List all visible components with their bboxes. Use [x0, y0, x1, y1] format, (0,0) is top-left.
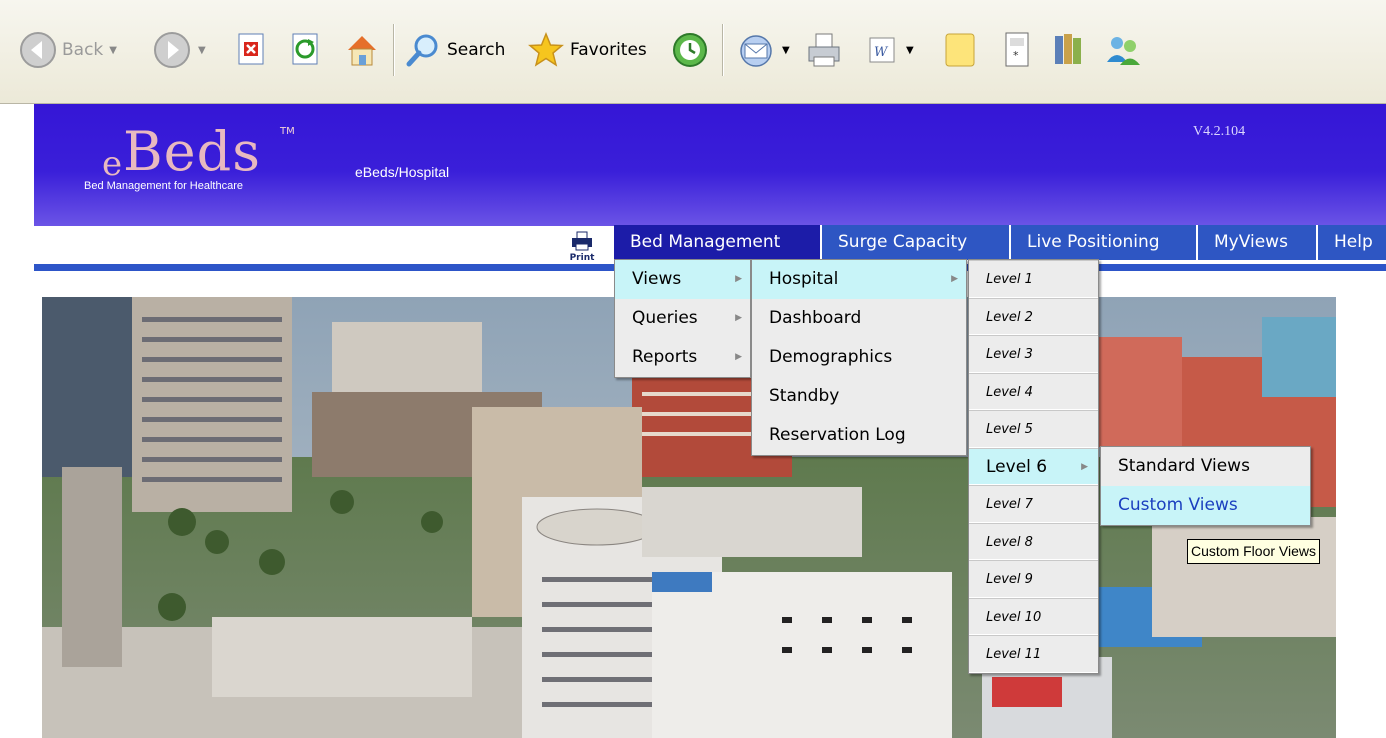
- breadcrumb: eBeds/Hospital: [355, 164, 450, 180]
- tab-help[interactable]: Help: [1316, 225, 1386, 260]
- submenu-arrow-icon: ▶: [951, 274, 958, 284]
- menu-item-level-1[interactable]: Level 1: [969, 260, 1098, 298]
- submenu-arrow-icon: ▶: [735, 352, 742, 362]
- search-icon: [406, 34, 438, 67]
- edit-dropdown-icon[interactable]: ▼: [906, 45, 914, 56]
- refresh-icon: [292, 33, 318, 65]
- calculator-icon: *: [1005, 32, 1029, 67]
- favorites-star-icon: [528, 32, 564, 67]
- submenu-arrow-icon: ▶: [1081, 461, 1088, 472]
- print-page-button[interactable]: Print: [562, 231, 602, 265]
- toolbar-separator: [393, 24, 395, 76]
- print-toolbar-button[interactable]: [804, 22, 844, 78]
- menu-item-reports[interactable]: Reports ▶: [615, 338, 750, 377]
- forward-dropdown-icon[interactable]: ▼: [198, 45, 206, 56]
- menu-item-level-5[interactable]: Level 5: [969, 410, 1098, 448]
- menu-item-reservation-log[interactable]: Reservation Log: [752, 416, 966, 455]
- research-button[interactable]: [1051, 22, 1087, 78]
- menu-item-standby[interactable]: Standby: [752, 377, 966, 416]
- favorites-button[interactable]: Favorites: [526, 22, 647, 78]
- mail-icon: [740, 35, 772, 67]
- calculator-button[interactable]: *: [1001, 22, 1033, 78]
- back-dropdown-icon[interactable]: ▼: [109, 45, 117, 56]
- edit-word-icon: W: [869, 37, 895, 63]
- version-label: V4.2.104: [1193, 124, 1246, 139]
- menu-item-level-4[interactable]: Level 4: [969, 372, 1098, 410]
- logo-tagline: Bed Management for Healthcare: [84, 180, 243, 192]
- logo-beds: Beds: [123, 120, 261, 183]
- tooltip: Custom Floor Views: [1187, 539, 1321, 564]
- menu-item-level-10[interactable]: Level 10: [969, 597, 1098, 635]
- menu-item-custom-views[interactable]: Custom Views: [1101, 486, 1310, 525]
- back-button[interactable]: Back ▼: [18, 22, 117, 78]
- menu-item-level-6[interactable]: Level 6 ▶: [969, 447, 1098, 485]
- refresh-button[interactable]: [290, 22, 322, 78]
- mail-button[interactable]: ▼: [736, 22, 790, 78]
- history-button[interactable]: [670, 22, 710, 78]
- tab-surge-capacity[interactable]: Surge Capacity: [820, 225, 1009, 260]
- menu-item-views[interactable]: Views ▶: [615, 260, 750, 299]
- research-icon: [1055, 34, 1081, 64]
- messenger-icon: [1107, 37, 1140, 65]
- views-submenu: Hospital ▶ Dashboard Demographics Standby…: [751, 259, 967, 456]
- menu-item-level-8[interactable]: Level 8: [969, 522, 1098, 560]
- app-header: e Beds TM Bed Management for Healthcare …: [34, 104, 1386, 226]
- stop-button[interactable]: [236, 22, 268, 78]
- logo-trademark: TM: [280, 126, 295, 137]
- back-icon: [20, 32, 56, 68]
- svg-text:*: *: [1013, 49, 1019, 62]
- search-button[interactable]: Search: [403, 22, 505, 78]
- printer-icon: [572, 231, 592, 251]
- menu-item-queries[interactable]: Queries ▶: [615, 299, 750, 338]
- ebeds-logo: e Beds TM: [96, 118, 316, 208]
- hospital-levels-submenu: Level 1 Level 2 Level 3 Level 4 Level 5 …: [968, 259, 1099, 674]
- tab-bed-management[interactable]: Bed Management: [614, 225, 820, 260]
- back-label: Back: [62, 40, 104, 60]
- submenu-arrow-icon: ▶: [735, 313, 742, 323]
- browser-toolbar: Back ▼ ▼ Search Favorites ▼ W ▼ *: [0, 0, 1386, 104]
- main-nav: Bed Management Surge Capacity Live Posit…: [614, 225, 1386, 260]
- submenu-arrow-icon: ▶: [735, 274, 742, 284]
- mail-dropdown-icon[interactable]: ▼: [782, 45, 790, 56]
- menu-item-level-11[interactable]: Level 11: [969, 635, 1098, 673]
- menu-item-standard-views[interactable]: Standard Views: [1101, 447, 1310, 486]
- tab-live-positioning[interactable]: Live Positioning: [1009, 225, 1196, 260]
- menu-item-views-label: Views: [632, 269, 682, 289]
- tab-myviews[interactable]: MyViews: [1196, 225, 1316, 260]
- menu-item-dashboard[interactable]: Dashboard: [752, 299, 966, 338]
- edit-button[interactable]: W ▼: [866, 22, 914, 78]
- home-button[interactable]: [342, 22, 382, 78]
- logo-e: e: [102, 144, 123, 184]
- svg-text:W: W: [874, 45, 889, 60]
- forward-icon: [154, 32, 190, 68]
- toolbar-separator: [722, 24, 724, 76]
- menu-item-demographics[interactable]: Demographics: [752, 338, 966, 377]
- forward-button[interactable]: ▼: [152, 22, 206, 78]
- print-icon: [808, 33, 840, 67]
- menu-item-hospital-label: Hospital: [769, 269, 839, 289]
- menu-item-level-7[interactable]: Level 7: [969, 485, 1098, 523]
- menu-item-level-2[interactable]: Level 2: [969, 297, 1098, 335]
- menu-item-queries-label: Queries: [632, 308, 698, 328]
- notes-icon: [945, 33, 975, 67]
- home-icon: [348, 36, 376, 66]
- history-icon: [673, 33, 707, 67]
- stop-icon: [238, 33, 264, 65]
- search-label: Search: [447, 40, 506, 60]
- notes-button[interactable]: [942, 22, 978, 78]
- level6-submenu: Standard Views Custom Views: [1100, 446, 1311, 526]
- menu-item-hospital[interactable]: Hospital ▶: [752, 260, 966, 299]
- menu-item-reports-label: Reports: [632, 347, 698, 367]
- favorites-label: Favorites: [570, 40, 647, 60]
- print-label: Print: [569, 253, 595, 263]
- bed-management-menu: Views ▶ Queries ▶ Reports ▶: [614, 259, 751, 378]
- menu-item-level-9[interactable]: Level 9: [969, 560, 1098, 598]
- menu-item-level-6-label: Level 6: [986, 456, 1048, 477]
- menu-item-level-3[interactable]: Level 3: [969, 335, 1098, 373]
- messenger-button[interactable]: [1103, 22, 1143, 78]
